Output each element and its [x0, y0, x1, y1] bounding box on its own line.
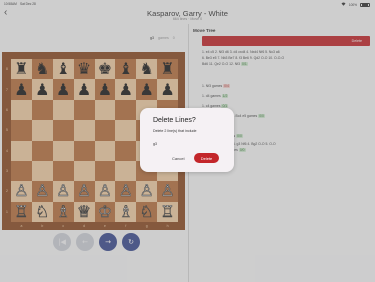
confirm-delete-button[interactable]: Delete: [194, 153, 219, 163]
delete-lines-dialog: Delete Lines? Delete 2 line(s) that incl…: [140, 108, 234, 172]
dialog-message: Delete 2 line(s) that include: [153, 129, 197, 133]
dialog-move: g3: [153, 142, 157, 146]
dialog-title: Delete Lines?: [153, 117, 196, 124]
cancel-button[interactable]: Cancel: [172, 156, 184, 161]
